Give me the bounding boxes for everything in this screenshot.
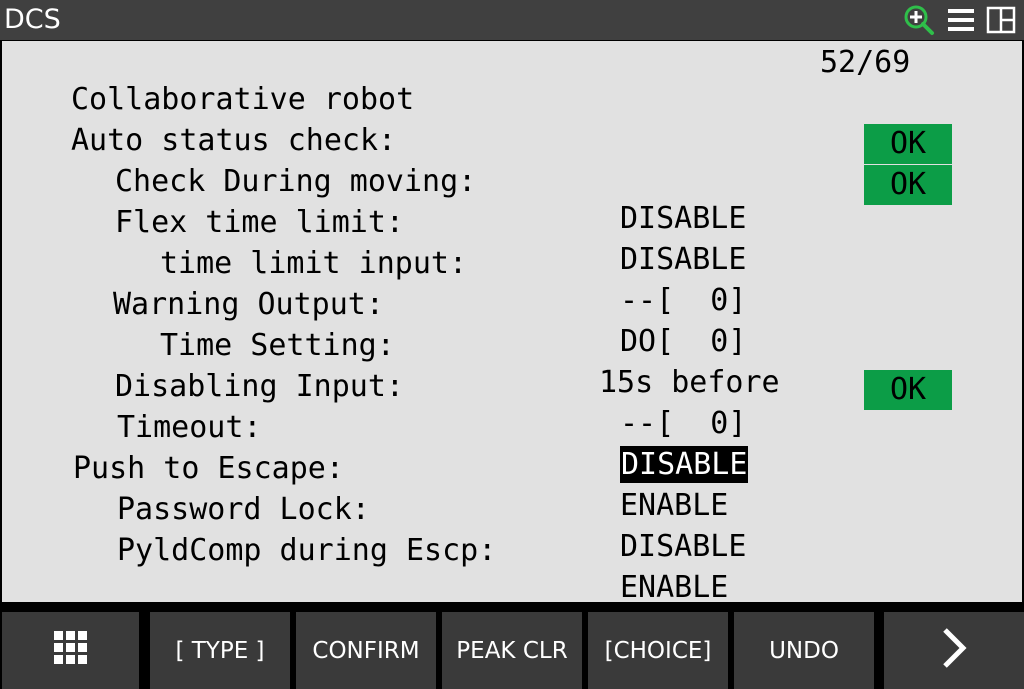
title-bar: DCS [0,0,1024,40]
heading-row: Collaborative robot 52/69 [2,44,1022,117]
type-button[interactable]: [ TYPE ] [150,612,290,689]
chevron-right-icon [939,626,969,676]
list-item[interactable]: Timeout: DISABLE OK [2,370,1022,483]
ok-status-badge: OK [864,124,952,164]
list-item[interactable]: Flex time limit: DISABLE OK [2,165,1022,277]
ok-status-badge: OK [864,165,952,205]
list-item[interactable]: Password Lock: DISABLE [2,454,1022,564]
function-key-bar: [ TYPE ] CONFIRM PEAK CLR [CHOICE] UNDO [0,610,1024,689]
item-label: PyldComp during Escp: [117,533,497,568]
dcs-screen: Collaborative robot 52/69 Auto status ch… [2,41,1022,605]
item-value[interactable]: ENABLE [620,569,728,606]
undo-button[interactable]: UNDO [734,612,874,689]
list-item[interactable]: Push to Escape: ENABLE [2,413,1022,523]
list-item[interactable]: time limit input: --[ 0] [2,208,1022,318]
list-item[interactable]: Disabling Input: --[ 0] [2,331,1022,441]
list-item[interactable]: Time Setting: 15s before [2,290,1022,400]
grid-apps-icon [53,630,89,672]
apps-menu-button[interactable] [2,612,139,689]
window-split-icon[interactable] [985,4,1017,36]
choice-button[interactable]: [CHOICE] [588,612,728,689]
ok-status-badge: OK [864,370,952,410]
list-item[interactable]: Check During moving: DISABLE OK [2,124,1022,236]
list-item[interactable]: Warning Output: DO[ 0] [2,249,1022,359]
hamburger-menu-icon[interactable] [945,4,977,36]
page-counter: 52/69 [820,45,911,80]
window-title: DCS [4,4,61,35]
list-item[interactable]: PyldComp during Escp: ENABLE [2,495,1022,605]
zoom-in-icon[interactable] [903,4,935,36]
peak-clear-button[interactable]: PEAK CLR [442,612,582,689]
item-value[interactable]: DISABLE [620,528,746,565]
confirm-button[interactable]: CONFIRM [296,612,436,689]
list-item[interactable]: Auto status check: [2,85,1022,158]
next-page-button[interactable] [884,612,1024,689]
